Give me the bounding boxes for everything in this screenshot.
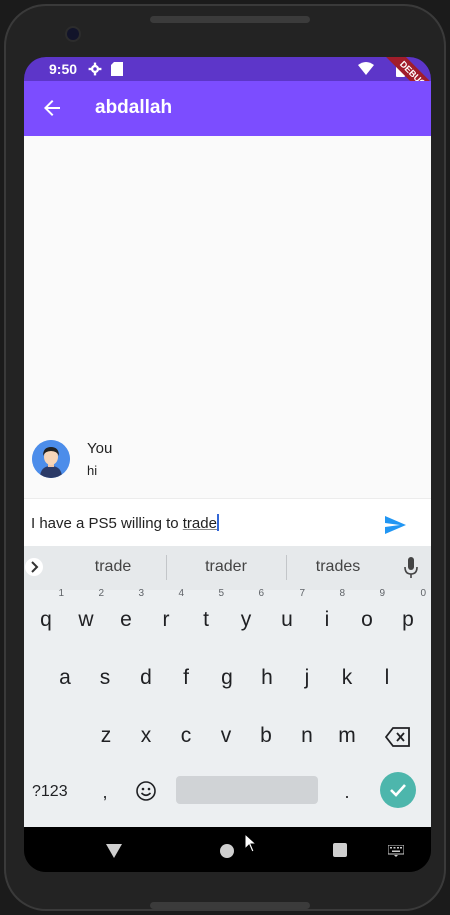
key-s[interactable]: s [85, 656, 125, 700]
message-list[interactable]: You hi [24, 136, 431, 498]
key-n[interactable]: n [287, 714, 327, 758]
key-k[interactable]: k [327, 656, 367, 700]
settings-icon [88, 62, 102, 76]
suggestion-divider [286, 555, 287, 580]
compose-bar: I have a PS5 willing to trade [24, 498, 431, 547]
suggestion-1[interactable]: trade [63, 558, 163, 576]
key-u[interactable]: u7 [267, 588, 307, 642]
space-key[interactable] [176, 776, 318, 804]
user-avatar-icon [32, 440, 70, 478]
mic-icon[interactable] [404, 557, 418, 579]
enter-key[interactable] [380, 772, 416, 808]
key-comma[interactable]: , [85, 770, 125, 814]
chat-title: abdallah [95, 97, 173, 118]
mouse-cursor-icon [244, 833, 258, 853]
message-item: You hi [24, 430, 431, 498]
key-m[interactable]: m [327, 714, 367, 758]
key-v[interactable]: v [206, 714, 246, 758]
key-y[interactable]: y6 [226, 588, 266, 642]
key-i[interactable]: i8 [307, 588, 347, 642]
key-period[interactable]: . [327, 770, 367, 814]
suggestion-3[interactable]: trades [288, 558, 388, 576]
front-camera [67, 28, 79, 40]
symbols-key[interactable]: ?123 [32, 783, 68, 801]
nav-back-icon[interactable] [105, 843, 123, 859]
key-w[interactable]: w2 [66, 588, 106, 642]
text-cursor [216, 514, 219, 531]
key-o[interactable]: o9 [347, 588, 387, 642]
chevron-right-icon[interactable] [25, 558, 43, 576]
wifi-icon [358, 62, 374, 75]
send-icon[interactable] [383, 513, 407, 537]
soft-keyboard: trade trader trades q1 w2 e3 r4 t5 y6 u7… [24, 546, 431, 827]
suggestion-2[interactable]: trader [176, 558, 276, 576]
sd-card-icon [111, 62, 123, 76]
key-f[interactable]: f [166, 656, 206, 700]
key-b[interactable]: b [246, 714, 286, 758]
key-j[interactable]: j [287, 656, 327, 700]
key-q[interactable]: q1 [26, 588, 66, 642]
nav-home-icon[interactable] [219, 843, 235, 859]
system-nav-bar [24, 827, 431, 872]
bottom-speaker [150, 902, 310, 909]
key-g[interactable]: g [207, 656, 247, 700]
avatar [32, 440, 70, 478]
key-p[interactable]: p0 [388, 588, 428, 642]
status-bar: 9:50 DEBUG [24, 57, 431, 108]
key-c[interactable]: c [166, 714, 206, 758]
backspace-icon[interactable] [385, 727, 411, 747]
check-icon [390, 784, 406, 797]
emoji-icon[interactable] [135, 780, 157, 802]
message-text: hi [87, 463, 98, 478]
key-e[interactable]: e3 [106, 588, 146, 642]
keyboard-switch-icon[interactable] [388, 845, 404, 857]
input-text: I have a PS5 willing to [31, 515, 183, 532]
status-time: 9:50 [49, 61, 78, 77]
key-a[interactable]: a [45, 656, 85, 700]
message-input[interactable]: I have a PS5 willing to trade [31, 514, 219, 532]
key-r[interactable]: r4 [146, 588, 186, 642]
suggestion-divider [166, 555, 167, 580]
screen: 9:50 DEBUG abdallah You hi I have a PS5 … [24, 57, 431, 872]
key-t[interactable]: t5 [186, 588, 226, 642]
input-composing-word: trade [182, 515, 217, 532]
key-z[interactable]: z [86, 714, 126, 758]
key-h[interactable]: h [247, 656, 287, 700]
nav-recents-icon[interactable] [332, 842, 348, 858]
key-d[interactable]: d [126, 656, 166, 700]
key-l[interactable]: l [367, 656, 407, 700]
app-bar: abdallah [24, 81, 431, 136]
suggestion-strip: trade trader trades [24, 546, 431, 590]
top-speaker [150, 16, 310, 23]
back-arrow-icon[interactable] [40, 96, 64, 120]
message-sender: You [87, 440, 113, 457]
key-x[interactable]: x [126, 714, 166, 758]
